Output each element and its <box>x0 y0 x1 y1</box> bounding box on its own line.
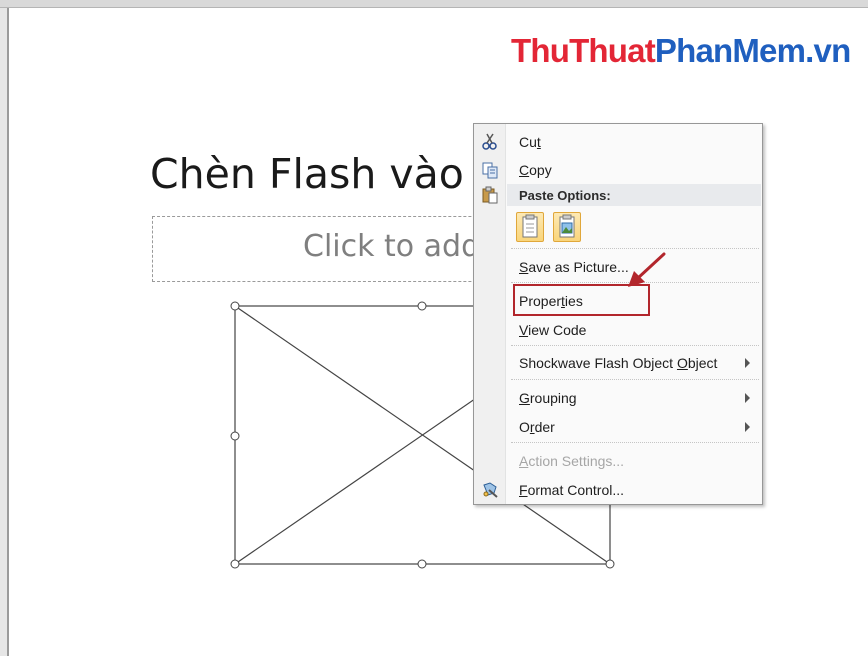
menu-item-save-as-picture[interactable]: Save as Picture... <box>474 254 762 280</box>
menu-item-label: Grouping <box>519 390 577 406</box>
menu-item-order[interactable]: Order <box>474 414 762 440</box>
resize-handle <box>417 559 427 569</box>
menu-item-label: Cut <box>519 134 541 150</box>
menu-separator <box>511 345 759 346</box>
menu-item-copy[interactable]: Copy <box>474 157 762 183</box>
menu-separator <box>511 282 759 283</box>
paste-document-icon <box>522 214 538 238</box>
format-control-icon <box>483 482 498 498</box>
menu-item-view-code[interactable]: View Code <box>474 317 762 343</box>
submenu-arrow-icon <box>745 422 750 432</box>
menu-item-shockwave-flash-object[interactable]: Shockwave Flash Object Object <box>474 350 762 376</box>
menu-item-label: View Code <box>519 322 587 338</box>
resize-handle <box>230 301 240 311</box>
menu-separator <box>511 442 759 443</box>
menu-item-format-control[interactable]: Format Control... <box>474 477 762 503</box>
paste-as-picture-button[interactable] <box>553 212 581 242</box>
resize-handle <box>230 559 240 569</box>
resize-handle <box>417 301 427 311</box>
resize-handle <box>230 431 240 441</box>
menu-separator <box>511 379 759 380</box>
menu-item-label: Action Settings... <box>519 453 625 469</box>
scissors-icon <box>482 133 497 150</box>
properties-highlight-box <box>513 284 650 316</box>
menu-item-label: Shockwave Flash Object Object <box>519 355 718 371</box>
paste-icon <box>482 186 498 204</box>
copy-icon <box>482 162 498 179</box>
submenu-arrow-icon <box>745 393 750 403</box>
menu-separator <box>511 248 759 249</box>
paste-keep-source-button[interactable] <box>516 212 544 242</box>
resize-handle <box>605 559 615 569</box>
paste-picture-icon <box>559 214 575 238</box>
menu-item-label: Format Control... <box>519 482 625 498</box>
menu-item-cut[interactable]: Cut <box>474 129 762 155</box>
menu-item-grouping[interactable]: Grouping <box>474 385 762 411</box>
menu-item-label: Save as Picture... <box>519 259 629 275</box>
paste-options-label: Paste Options: <box>519 188 611 203</box>
paste-options-header: Paste Options: <box>507 184 761 206</box>
menu-item-label: Copy <box>519 162 552 178</box>
menu-item-label: Order <box>519 419 555 435</box>
submenu-arrow-icon <box>745 358 750 368</box>
menu-item-action-settings[interactable]: Action Settings... <box>474 448 762 474</box>
